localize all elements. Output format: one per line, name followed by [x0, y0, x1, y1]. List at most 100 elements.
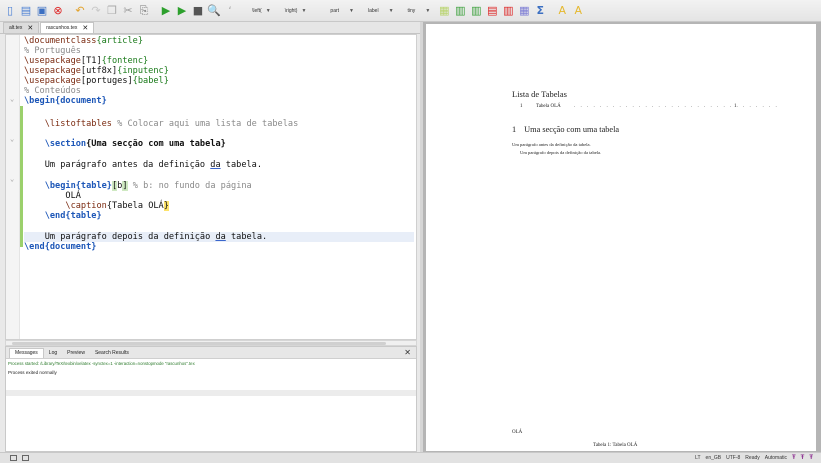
code-line: \documentclass{article}	[24, 36, 144, 46]
tab-search-results[interactable]: Search Results	[90, 348, 134, 358]
symbol-a-icon[interactable]: A	[555, 4, 569, 18]
lot-entry-leader: . . . . . . . . . . . . . . . . . . . . …	[574, 104, 779, 109]
size-value: tiny	[407, 7, 416, 14]
panel-tabs: Messages Log Preview Search Results	[6, 347, 416, 359]
encoding-indicator[interactable]: UTF-8	[726, 455, 740, 461]
left-delimiter-value: \left(	[252, 7, 262, 14]
left-delimiter-select[interactable]: \left(▼	[249, 4, 274, 17]
chevron-down-icon: ▼	[425, 7, 431, 14]
section-title: Uma secção com uma tabela	[524, 125, 620, 134]
section-heading: 1 Uma secção com uma tabela	[512, 125, 619, 134]
close-icon[interactable]: ✕	[27, 25, 33, 32]
code-line: % Português	[24, 46, 81, 56]
right-delimiter-value: \right)	[284, 7, 298, 14]
paste-icon[interactable]: ⎘	[137, 4, 151, 18]
messages-toggle-icon[interactable]	[22, 455, 29, 461]
scrollbar-thumb[interactable]	[12, 342, 386, 345]
messages-panel: Messages Log Preview Search Results ✕ Pr…	[5, 346, 417, 452]
change-indicator	[20, 106, 23, 247]
redo-icon[interactable]: ↷	[89, 4, 103, 18]
code-line: \listoftables % Colocar aqui uma lista d…	[44, 119, 299, 129]
close-icon[interactable]: ✕	[404, 348, 411, 357]
stop-icon[interactable]: ⊗	[51, 4, 65, 18]
quick-build-icon[interactable]: ▶	[159, 4, 173, 18]
cut-icon[interactable]: ✂	[121, 4, 135, 18]
tab-alt[interactable]: alt.tex ✕	[3, 22, 40, 33]
code-line: \usepackage[utf8x]{inputenc}	[24, 66, 169, 76]
fold-icon[interactable]: ⌄	[10, 175, 14, 183]
right-delimiter-select[interactable]: \right) ▼	[282, 4, 310, 17]
fold-icon[interactable]: ⌄	[10, 95, 14, 103]
code-line: Um parágrafo antes da definição da tabel…	[24, 160, 263, 170]
paragraph-after: Um parágrafo depois da definição da tabe…	[520, 150, 602, 155]
document-tabs: alt.tex ✕ rascunhos.tex ✕	[0, 22, 420, 34]
language-indicator[interactable]: en_GB	[706, 455, 722, 461]
tab-rascunhos[interactable]: rascunhos.tex ✕	[40, 22, 95, 33]
panel-divider	[6, 390, 416, 396]
lot-entry-number: 1	[520, 104, 523, 109]
chevron-down-icon: ▼	[349, 7, 354, 14]
texmaker-window: ▯ ▤ ▣ ⊗ ↶ ↷ ❐ ✂ ⎘ ▶ ▶ ■ 🔍 ʻ \left(▼ \rig…	[0, 0, 821, 463]
figure-icon[interactable]: ▥	[501, 4, 515, 18]
columns-icon[interactable]: ▤	[485, 4, 499, 18]
text-icon[interactable]: Ŧ	[792, 455, 796, 461]
lot-entry-label[interactable]: Tabela OLÁ	[536, 104, 561, 109]
text2-icon[interactable]: Ŧ	[801, 455, 805, 461]
open-file-icon[interactable]: ▤	[19, 4, 33, 18]
section-select[interactable]: part ▼	[327, 4, 357, 17]
save-icon[interactable]: ▣	[35, 4, 49, 18]
code-line: \begin{document}	[24, 96, 107, 106]
code-line: \usepackage[portuges]{babel}	[24, 76, 169, 86]
chevron-down-icon: ▼	[388, 7, 394, 14]
table-caption: Tabela 1: Tabela OLÁ	[593, 443, 638, 448]
spell-icon[interactable]: ʻ	[223, 4, 237, 18]
symbol-a2-icon[interactable]: A	[571, 4, 585, 18]
label-select[interactable]: label ▼	[365, 4, 397, 17]
size-select[interactable]: tiny ▼	[405, 4, 434, 17]
run-icon[interactable]: ▶	[175, 4, 189, 18]
lt-indicator[interactable]: LT	[695, 455, 700, 461]
tab-preview[interactable]: Preview	[62, 348, 90, 358]
fold-icon[interactable]: ⌄	[10, 135, 14, 143]
copy-icon[interactable]: ❐	[105, 4, 119, 18]
code-line: OLÁ	[24, 191, 81, 201]
tab-label: alt.tex	[9, 25, 23, 31]
zoom-icon[interactable]: 🔍	[207, 4, 221, 18]
status-ready: Ready	[745, 455, 760, 461]
tab-log[interactable]: Log	[44, 348, 62, 358]
status-info: LT en_GB UTF-8 Ready Automatic Ŧ Ŧ Ŧ	[695, 455, 813, 461]
table-content: OLÁ	[512, 430, 523, 435]
close-icon[interactable]: ✕	[82, 25, 88, 32]
chevron-down-icon: ▼	[301, 7, 307, 14]
code-line: \begin{table}[b] % b: no fundo da página	[44, 181, 252, 191]
chevron-down-icon: ▼	[265, 7, 271, 14]
table-icon[interactable]: ▥	[453, 4, 467, 18]
label-value: label	[368, 7, 379, 14]
view-icon[interactable]: ■	[191, 4, 205, 18]
editor-gutter: ⌄ ⌄ ⌄	[6, 35, 20, 339]
code-line: \usepackage[T1]{fontenc}	[24, 56, 149, 66]
sigma-icon[interactable]: Σ	[533, 4, 547, 18]
structure-toggle-icon[interactable]	[10, 455, 17, 461]
new-file-icon[interactable]: ▯	[3, 4, 17, 18]
compile-mode: Automatic	[764, 455, 787, 461]
tab-messages[interactable]: Messages	[9, 347, 44, 358]
code-line: % Conteúdos	[24, 86, 81, 96]
pdf-page[interactable]: Lista de Tabelas 1 Tabela OLÁ . . . . . …	[426, 24, 816, 451]
code-line: \end{document}	[24, 242, 97, 252]
tabular-icon[interactable]: ▦	[437, 4, 451, 18]
graphics-icon[interactable]: ▦	[517, 4, 531, 18]
toolbar: ▯ ▤ ▣ ⊗ ↶ ↷ ❐ ✂ ⎘ ▶ ▶ ■ 🔍 ʻ \left(▼ \rig…	[0, 0, 821, 22]
code-editor[interactable]: ⌄ ⌄ ⌄ \documentclass{article} % Portuguê…	[5, 34, 417, 340]
tabbing-icon[interactable]: ▥	[469, 4, 483, 18]
text3-icon[interactable]: Ŧ	[809, 455, 813, 461]
paragraph-before: Um parágrafo antes da definição da tabel…	[512, 142, 591, 147]
current-code-line: Um parágrafo depois da definição da tabe…	[24, 232, 414, 242]
lot-entry-page: 1	[734, 104, 737, 109]
tab-label: rascunhos.tex	[46, 25, 78, 31]
status-bar: LT en_GB UTF-8 Ready Automatic Ŧ Ŧ Ŧ	[0, 452, 821, 463]
list-of-tables-title: Lista de Tabelas	[512, 89, 567, 99]
undo-icon[interactable]: ↶	[73, 4, 87, 18]
code-line: \end{table}	[44, 211, 102, 221]
process-started-message: Process started: /Library/TeX/texbin/xel…	[8, 361, 195, 366]
